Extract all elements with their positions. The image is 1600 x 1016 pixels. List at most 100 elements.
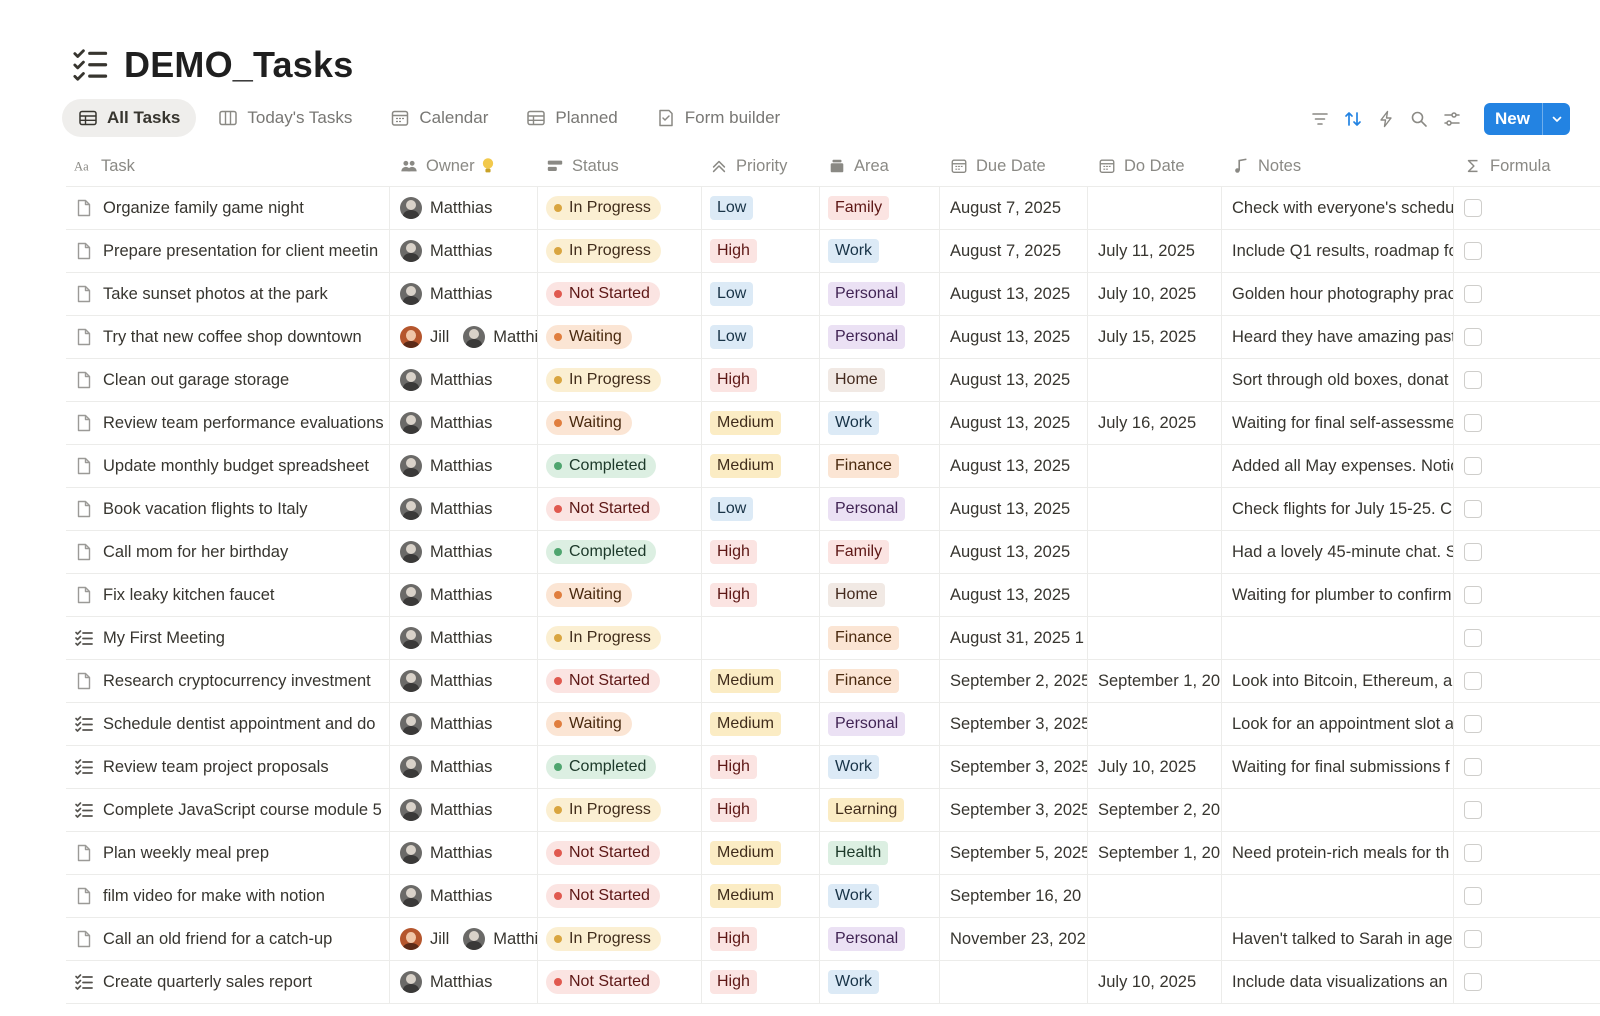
- table-row[interactable]: Fix leaky kitchen faucet Matthias Waiting H…: [66, 574, 1600, 617]
- due-date-cell[interactable]: August 13, 2025: [940, 273, 1088, 315]
- formula-cell[interactable]: [1454, 402, 1600, 444]
- do-date-cell[interactable]: July 10, 2025: [1088, 961, 1222, 1003]
- table-row[interactable]: Review team project proposals Matthias Com…: [66, 746, 1600, 789]
- column-header-formula[interactable]: Formula: [1454, 146, 1600, 186]
- owner-cell[interactable]: Matthias: [390, 402, 538, 444]
- notes-cell[interactable]: Need protein-rich meals for th: [1222, 832, 1454, 874]
- priority-cell[interactable]: High: [702, 746, 820, 788]
- task-name[interactable]: Create quarterly sales report: [103, 973, 312, 992]
- table-row[interactable]: Clean out garage storage Matthias In Progr…: [66, 359, 1600, 402]
- do-date-cell[interactable]: September 2, 20: [1088, 789, 1222, 831]
- do-date-cell[interactable]: [1088, 359, 1222, 401]
- new-button-label[interactable]: New: [1484, 103, 1542, 135]
- task-cell[interactable]: Review team project proposals: [66, 746, 390, 788]
- do-date-cell[interactable]: [1088, 918, 1222, 960]
- status-cell[interactable]: In Progress: [538, 617, 702, 659]
- task-name[interactable]: Prepare presentation for client meetin: [103, 242, 378, 261]
- notes-cell[interactable]: Check flights for July 15-25. C: [1222, 488, 1454, 530]
- table-row[interactable]: Plan weekly meal prep Matthias Not Started…: [66, 832, 1600, 875]
- formula-cell[interactable]: [1454, 918, 1600, 960]
- column-header-owner[interactable]: Owner: [390, 146, 538, 186]
- due-date-cell[interactable]: September 5, 2025: [940, 832, 1088, 874]
- task-name[interactable]: Take sunset photos at the park: [103, 285, 328, 304]
- priority-cell[interactable]: Medium: [702, 875, 820, 917]
- status-cell[interactable]: In Progress: [538, 789, 702, 831]
- table-row[interactable]: Schedule dentist appointment and do Matth…: [66, 703, 1600, 746]
- chevron-down-icon[interactable]: [1542, 103, 1570, 135]
- due-date-cell[interactable]: August 13, 2025: [940, 359, 1088, 401]
- area-cell[interactable]: Personal: [820, 488, 940, 530]
- priority-cell[interactable]: Medium: [702, 402, 820, 444]
- notes-cell[interactable]: [1222, 789, 1454, 831]
- checkbox[interactable]: [1464, 543, 1482, 561]
- formula-cell[interactable]: [1454, 230, 1600, 272]
- tab-all-tasks[interactable]: All Tasks: [62, 99, 197, 137]
- task-name[interactable]: Schedule dentist appointment and do: [103, 715, 375, 734]
- checkbox[interactable]: [1464, 500, 1482, 518]
- table-row[interactable]: Complete JavaScript course module 5 Matth…: [66, 789, 1600, 832]
- search-icon[interactable]: [1410, 110, 1428, 128]
- formula-cell[interactable]: [1454, 789, 1600, 831]
- do-date-cell[interactable]: [1088, 574, 1222, 616]
- priority-cell[interactable]: Medium: [702, 832, 820, 874]
- do-date-cell[interactable]: [1088, 703, 1222, 745]
- status-cell[interactable]: Completed: [538, 531, 702, 573]
- status-cell[interactable]: Waiting: [538, 402, 702, 444]
- task-cell[interactable]: film video for make with notion: [66, 875, 390, 917]
- task-name[interactable]: film video for make with notion: [103, 887, 325, 906]
- column-header-priority[interactable]: Priority: [702, 146, 820, 186]
- notes-cell[interactable]: Include data visualizations an: [1222, 961, 1454, 1003]
- task-name[interactable]: Plan weekly meal prep: [103, 844, 269, 863]
- task-cell[interactable]: Call an old friend for a catch-up: [66, 918, 390, 960]
- task-cell[interactable]: My First Meeting: [66, 617, 390, 659]
- task-name[interactable]: Review team project proposals: [103, 758, 329, 777]
- checkbox[interactable]: [1464, 457, 1482, 475]
- owner-cell[interactable]: Matthias: [390, 531, 538, 573]
- priority-cell[interactable]: High: [702, 918, 820, 960]
- owner-cell[interactable]: Matthias: [390, 617, 538, 659]
- formula-cell[interactable]: [1454, 273, 1600, 315]
- table-row[interactable]: Call mom for her birthday Matthias Complet…: [66, 531, 1600, 574]
- area-cell[interactable]: Work: [820, 875, 940, 917]
- status-cell[interactable]: Completed: [538, 746, 702, 788]
- priority-cell[interactable]: High: [702, 961, 820, 1003]
- formula-cell[interactable]: [1454, 574, 1600, 616]
- do-date-cell[interactable]: July 10, 2025: [1088, 746, 1222, 788]
- column-header-area[interactable]: Area: [820, 146, 940, 186]
- notes-cell[interactable]: Had a lovely 45-minute chat. S: [1222, 531, 1454, 573]
- area-cell[interactable]: Personal: [820, 316, 940, 358]
- table-row[interactable]: Update monthly budget spreadsheet Matthia…: [66, 445, 1600, 488]
- do-date-cell[interactable]: [1088, 445, 1222, 487]
- formula-cell[interactable]: [1454, 746, 1600, 788]
- task-cell[interactable]: Book vacation flights to Italy: [66, 488, 390, 530]
- area-cell[interactable]: Finance: [820, 660, 940, 702]
- checkbox[interactable]: [1464, 930, 1482, 948]
- do-date-cell[interactable]: July 16, 2025: [1088, 402, 1222, 444]
- notes-cell[interactable]: Added all May expenses. Notic: [1222, 445, 1454, 487]
- column-header-status[interactable]: Status: [538, 146, 702, 186]
- due-date-cell[interactable]: August 13, 2025: [940, 445, 1088, 487]
- area-cell[interactable]: Work: [820, 402, 940, 444]
- priority-cell[interactable]: Low: [702, 187, 820, 229]
- status-cell[interactable]: Waiting: [538, 316, 702, 358]
- task-name[interactable]: My First Meeting: [103, 629, 225, 648]
- notes-cell[interactable]: Check with everyone's schedu: [1222, 187, 1454, 229]
- area-cell[interactable]: Learning: [820, 789, 940, 831]
- task-cell[interactable]: Review team performance evaluations: [66, 402, 390, 444]
- area-cell[interactable]: Family: [820, 531, 940, 573]
- priority-cell[interactable]: High: [702, 359, 820, 401]
- owner-cell[interactable]: Jill Matthi: [390, 316, 538, 358]
- checkbox[interactable]: [1464, 715, 1482, 733]
- status-cell[interactable]: Completed: [538, 445, 702, 487]
- do-date-cell[interactable]: [1088, 617, 1222, 659]
- due-date-cell[interactable]: August 13, 2025: [940, 402, 1088, 444]
- area-cell[interactable]: Health: [820, 832, 940, 874]
- status-cell[interactable]: Not Started: [538, 961, 702, 1003]
- formula-cell[interactable]: [1454, 660, 1600, 702]
- checkbox[interactable]: [1464, 414, 1482, 432]
- owner-cell[interactable]: Matthias: [390, 703, 538, 745]
- owner-cell[interactable]: Matthias: [390, 660, 538, 702]
- notes-cell[interactable]: Look for an appointment slot a: [1222, 703, 1454, 745]
- area-cell[interactable]: Work: [820, 746, 940, 788]
- owner-cell[interactable]: Jill Matthi: [390, 918, 538, 960]
